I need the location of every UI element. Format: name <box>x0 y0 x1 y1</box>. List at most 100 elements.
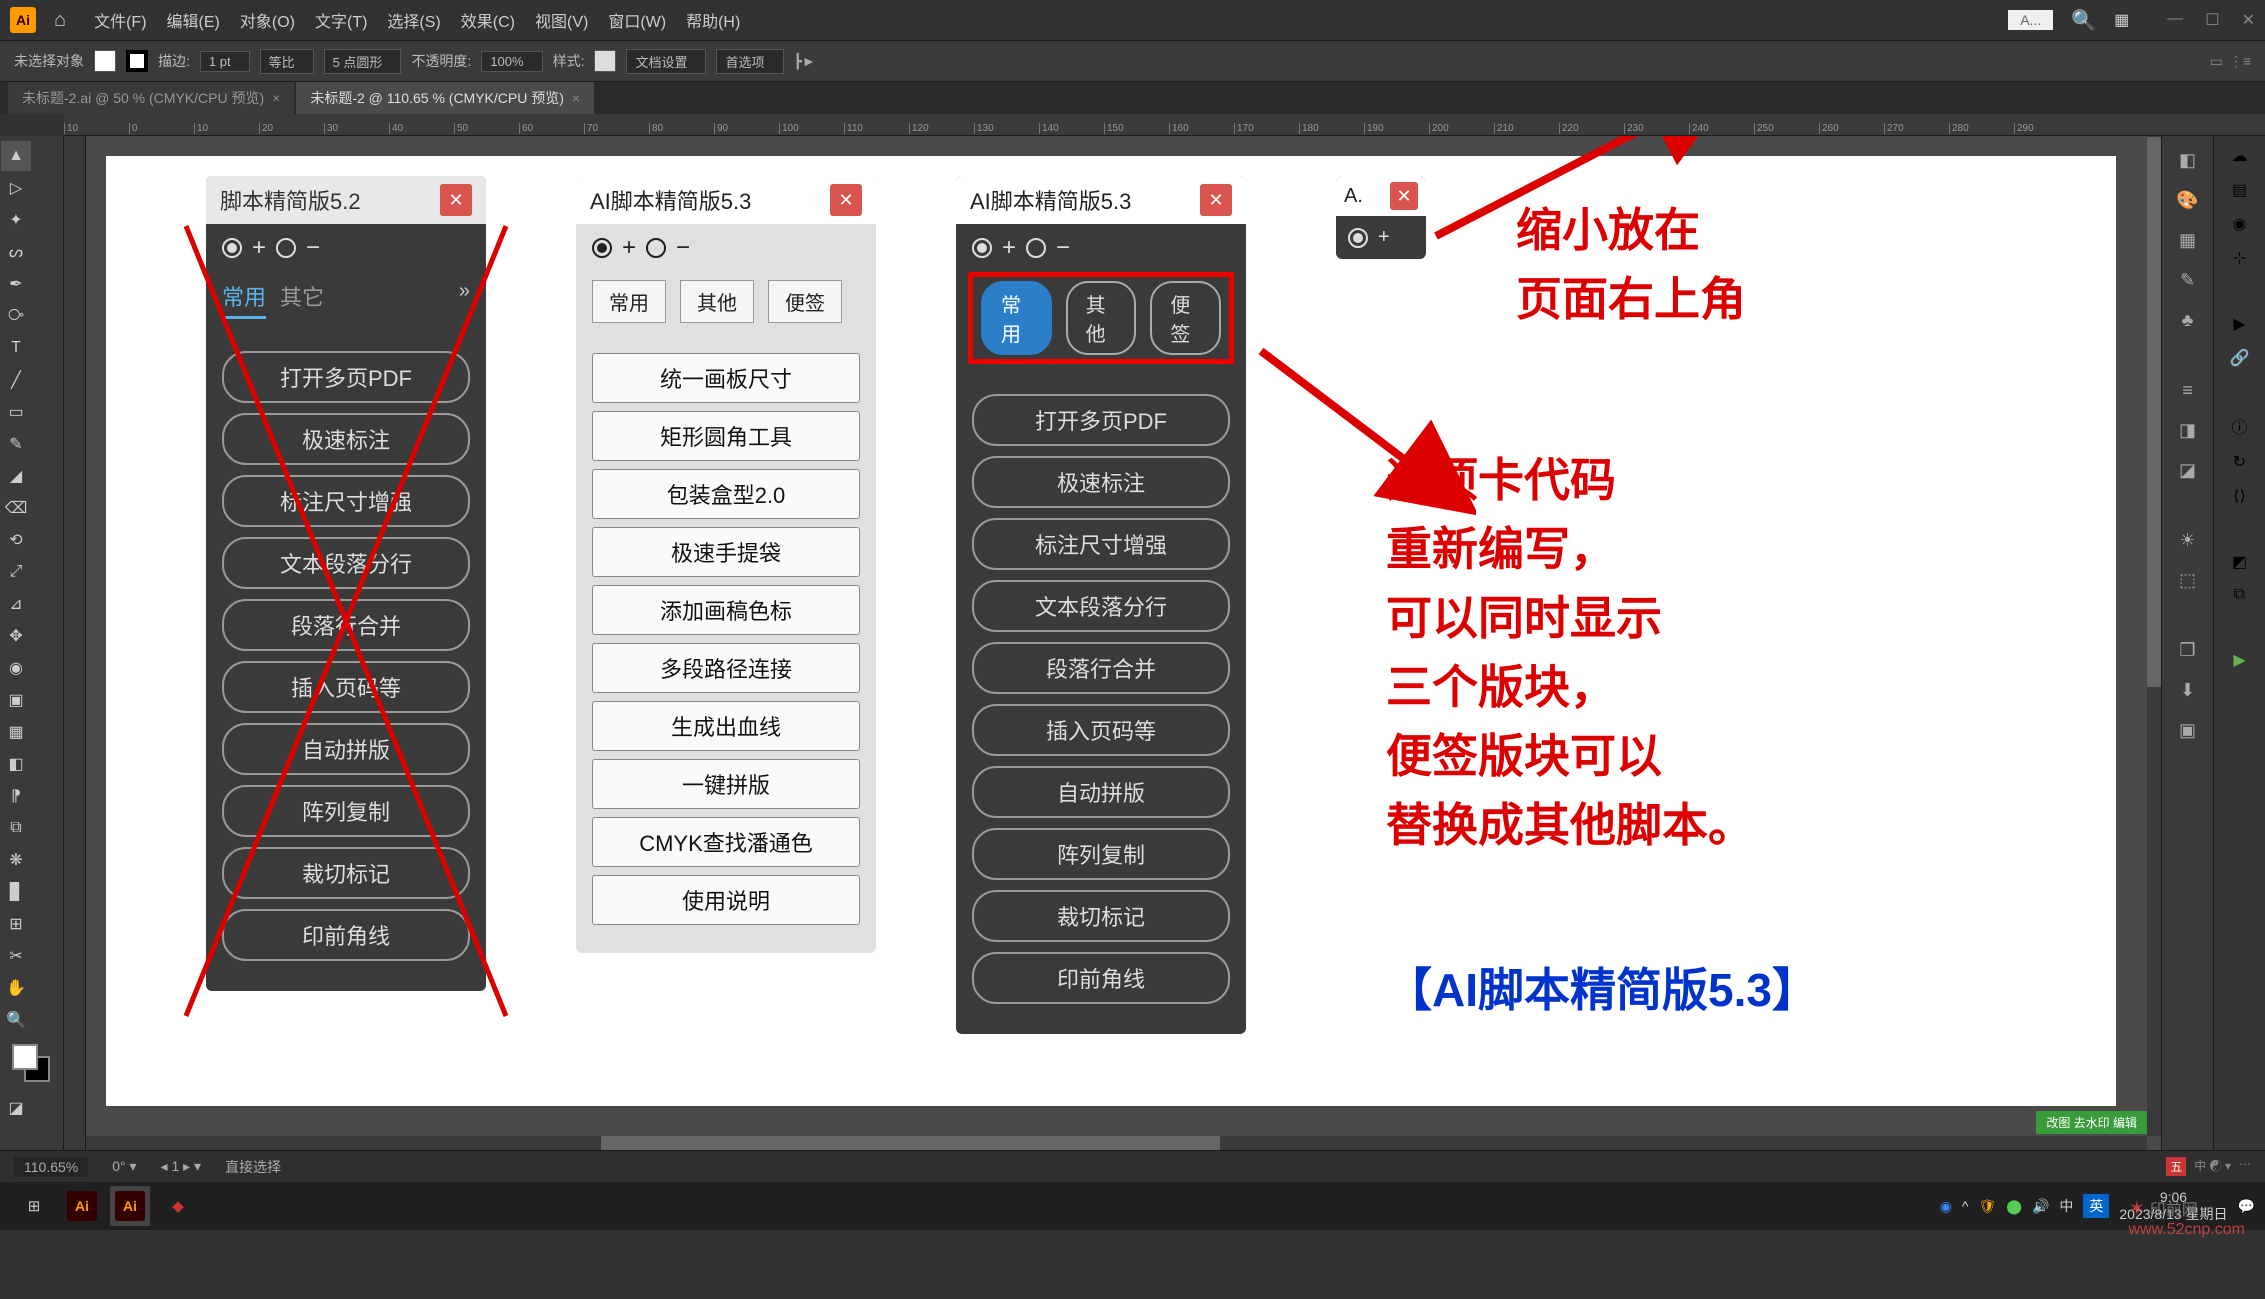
menu-type[interactable]: 文字(T) <box>315 8 367 32</box>
canvas[interactable]: 脚本精简版5.2✕ +− 常用 其它 » 打开多页PDF 极速标注 标注尺寸增强… <box>86 136 2161 1150</box>
script-button[interactable]: 裁切标记 <box>972 890 1230 942</box>
script-button[interactable]: CMYK查找潘通色 <box>592 817 860 867</box>
appearance-panel-icon[interactable]: ☀ <box>2174 526 2202 554</box>
curvature-tool[interactable]: ⧂ <box>1 301 31 331</box>
tray-shield-icon[interactable]: 🛡 <box>1979 1198 1997 1215</box>
menu-file[interactable]: 文件(F) <box>94 8 146 32</box>
variables-panel-icon[interactable]: ⧉ <box>2234 586 2245 604</box>
script-button[interactable]: 阵列复制 <box>972 828 1230 880</box>
transform-panel-icon[interactable]: ⊹ <box>2233 248 2246 268</box>
stroke-uniform[interactable]: 等比 <box>260 49 314 74</box>
transparency-panel-icon[interactable]: ◪ <box>2174 456 2202 484</box>
graphic-styles-panel-icon[interactable]: ⬚ <box>2174 566 2202 594</box>
close-button[interactable]: ✕ <box>440 184 472 216</box>
zoom-level[interactable]: 110.65% <box>14 1157 88 1177</box>
script-button[interactable]: 段落行合并 <box>222 599 470 651</box>
tab-other[interactable]: 其他 <box>1066 281 1137 355</box>
shaper-tool[interactable]: ◢ <box>1 461 31 491</box>
brush-tool[interactable]: ✎ <box>1 429 31 459</box>
search-icon[interactable]: 🔍 <box>2071 8 2096 33</box>
close-icon[interactable]: × <box>572 90 580 106</box>
color-panel-icon[interactable]: 🎨 <box>2174 186 2202 214</box>
css-panel-icon[interactable]: ⟨⟩ <box>2233 486 2245 506</box>
fill-mode[interactable]: ◪ <box>1 1093 31 1123</box>
script-button[interactable]: 使用说明 <box>592 875 860 925</box>
radio-on[interactable] <box>1348 228 1368 248</box>
width-tool[interactable]: ⊿ <box>1 589 31 619</box>
symbol-sprayer-tool[interactable]: ❋ <box>1 845 31 875</box>
brushes-panel-icon[interactable]: ✎ <box>2174 266 2202 294</box>
stroke-weight-input[interactable]: 1 pt <box>200 51 250 72</box>
script-button[interactable]: 多段路径连接 <box>592 643 860 693</box>
script-button[interactable]: 统一画板尺寸 <box>592 353 860 403</box>
close-button[interactable]: ✕ <box>2242 10 2255 30</box>
tray-net-icon[interactable]: ⬤ <box>2006 1198 2022 1215</box>
swatches-panel-icon[interactable]: ▦ <box>2174 226 2202 254</box>
menu-help[interactable]: 帮助(H) <box>686 8 740 32</box>
script-button[interactable]: 矩形圆角工具 <box>592 411 860 461</box>
rotate-tool[interactable]: ⟲ <box>1 525 31 555</box>
lasso-tool[interactable]: ᔕ <box>1 237 31 267</box>
home-icon[interactable]: ⌂ <box>54 9 66 32</box>
script-button[interactable]: 印前角线 <box>972 952 1230 1004</box>
menu-effect[interactable]: 效果(C) <box>461 8 515 32</box>
separations-panel-icon[interactable]: ◩ <box>2232 552 2247 572</box>
radio-off[interactable] <box>1026 238 1046 258</box>
tab-common[interactable]: 常用 <box>222 280 266 319</box>
opacity-input[interactable]: 100% <box>481 51 542 72</box>
pathfinder-panel-icon[interactable]: ◉ <box>2233 214 2247 234</box>
close-icon[interactable]: × <box>272 90 280 106</box>
script-button[interactable]: 标注尺寸增强 <box>972 518 1230 570</box>
perspective-tool[interactable]: ▣ <box>1 685 31 715</box>
libraries-panel-icon[interactable]: ☁ <box>2232 146 2248 166</box>
script-button[interactable]: 打开多页PDF <box>972 394 1230 446</box>
line-tool[interactable]: ╱ <box>1 365 31 395</box>
start-button[interactable]: ⊞ <box>14 1186 54 1226</box>
doc-tab-2[interactable]: 未标题-2 @ 110.65 % (CMYK/CPU 预览) × <box>296 82 594 114</box>
menu-view[interactable]: 视图(V) <box>535 8 588 32</box>
hand-tool[interactable]: ✋ <box>1 973 31 1003</box>
script-button[interactable]: 极速标注 <box>222 413 470 465</box>
task-ai-2[interactable]: Ai <box>110 1186 150 1226</box>
radio-off[interactable] <box>276 238 296 258</box>
artboard-nav[interactable]: ◂ 1 ▸ ▾ <box>161 1158 202 1175</box>
history-panel-icon[interactable]: ↻ <box>2233 452 2246 472</box>
brush-select[interactable]: 5 点圆形 <box>324 49 402 74</box>
artboard-tool[interactable]: ⊞ <box>1 909 31 939</box>
stroke-panel-icon[interactable]: ≡ <box>2174 376 2202 404</box>
radio-on[interactable] <box>592 238 612 258</box>
scale-tool[interactable]: ⤢ <box>1 557 31 587</box>
script-button[interactable]: 文本段落分行 <box>222 537 470 589</box>
align-panel-icon[interactable]: ▤ <box>2232 180 2247 200</box>
prefs-button[interactable]: 首选项 <box>716 49 783 74</box>
ime-indicator-icon[interactable]: 五 <box>2166 1157 2186 1176</box>
artboards-panel-icon[interactable]: ▣ <box>2174 716 2202 744</box>
tab-common[interactable]: 常用 <box>592 280 666 323</box>
slice-tool[interactable]: ✂ <box>1 941 31 971</box>
align-pixel-icon[interactable]: ▭ <box>2210 53 2223 70</box>
tab-other[interactable]: 其它 <box>280 280 324 319</box>
shape-builder-tool[interactable]: ◉ <box>1 653 31 683</box>
zoom-tool[interactable]: 🔍 <box>1 1005 31 1035</box>
prefs-icon[interactable]: ┣► <box>794 53 816 70</box>
script-button[interactable]: 标注尺寸增强 <box>222 475 470 527</box>
selection-tool[interactable]: ▲ <box>1 141 31 171</box>
script-button[interactable]: 生成出血线 <box>592 701 860 751</box>
menu-window[interactable]: 窗口(W) <box>608 8 666 32</box>
radio-on[interactable] <box>222 238 242 258</box>
color-picker[interactable] <box>12 1044 52 1084</box>
magic-wand-tool[interactable]: ✦ <box>1 205 31 235</box>
radio-off[interactable] <box>646 238 666 258</box>
script-button[interactable]: 打开多页PDF <box>222 351 470 403</box>
pen-tool[interactable]: ✒ <box>1 269 31 299</box>
script-button[interactable]: 自动拼版 <box>972 766 1230 818</box>
script-button[interactable]: 一键拼版 <box>592 759 860 809</box>
free-transform-tool[interactable]: ✥ <box>1 621 31 651</box>
script-button[interactable]: 极速手提袋 <box>592 527 860 577</box>
asset-export-panel-icon[interactable]: ⬇ <box>2174 676 2202 704</box>
mesh-tool[interactable]: ▦ <box>1 717 31 747</box>
chevron-right-icon[interactable]: » <box>459 280 470 319</box>
tab-notes[interactable]: 便签 <box>768 280 842 323</box>
task-ai-1[interactable]: Ai <box>62 1186 102 1226</box>
rotate-view[interactable]: 0° ▾ <box>112 1158 136 1175</box>
